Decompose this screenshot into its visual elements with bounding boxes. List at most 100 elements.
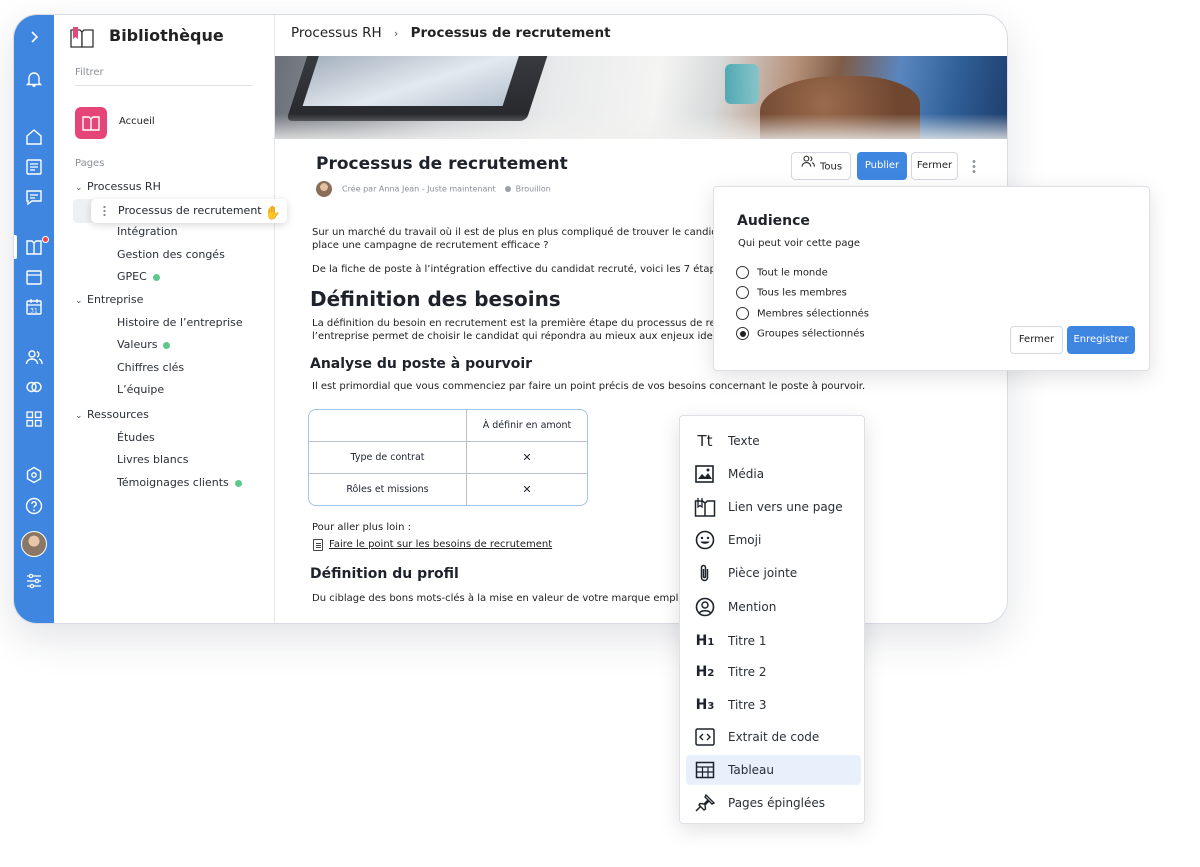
menu-item-piece-jointe[interactable]: Pièce jointe <box>686 558 861 588</box>
table-cell[interactable]: ✕ <box>467 442 587 473</box>
audience-button[interactable]: Tous <box>791 152 851 180</box>
menu-item-mention[interactable]: Mention <box>686 592 861 622</box>
tree-folder-entreprise[interactable]: ⌄ Entreprise <box>75 293 143 306</box>
heading-2-analyse[interactable]: Analyse du poste à pourvoir <box>310 356 532 372</box>
tree-item-valeurs[interactable]: Valeurs <box>117 338 171 351</box>
table-header-cell[interactable] <box>309 410 467 441</box>
status-dot <box>152 273 160 281</box>
menu-item-media[interactable]: Média <box>686 459 861 489</box>
close-button[interactable]: Fermer <box>911 152 958 180</box>
menu-item-titre-2[interactable]: H2 Titre 2 <box>686 657 861 687</box>
notification-dot <box>42 236 49 243</box>
table-row: Type de contrat ✕ <box>309 442 587 474</box>
drag-placeholder <box>73 199 93 223</box>
menu-item-pages-epinglees[interactable]: Pages épinglées <box>686 788 861 818</box>
document-icon <box>313 539 323 551</box>
heading-1[interactable]: Définition des besoins <box>310 287 561 311</box>
emoji-icon <box>694 530 716 550</box>
apps-grid-icon[interactable] <box>24 409 44 429</box>
chevron-down-icon: ⌄ <box>75 296 83 306</box>
publish-button[interactable]: Publier <box>857 152 907 180</box>
status-dot <box>234 479 242 487</box>
page-title[interactable]: Processus de recrutement <box>316 154 568 174</box>
filter-input[interactable]: Filtrer <box>75 67 252 86</box>
expand-chevron-icon[interactable] <box>24 27 44 47</box>
pages-section-label: Pages <box>75 158 105 169</box>
cover-cup-shape <box>725 64 759 104</box>
further-link[interactable]: Faire le point sur les besoins de recrut… <box>329 539 552 550</box>
menu-item-titre-3[interactable]: H3 Titre 3 <box>686 690 861 720</box>
table-header-cell[interactable]: À définir en amont <box>467 410 587 441</box>
menu-item-texte[interactable]: Tt Texte <box>686 426 861 456</box>
audience-option-everyone[interactable]: Tout le monde <box>736 266 828 280</box>
tree-item-gpec[interactable]: GPEC <box>117 270 160 283</box>
cover-image[interactable] <box>275 56 1007 139</box>
sliders-icon[interactable] <box>24 571 44 591</box>
status-dot <box>163 341 171 349</box>
tree-item-histoire[interactable]: Histoire de l’entreprise <box>117 316 243 329</box>
table-header-row: À définir en amont <box>309 410 587 442</box>
breadcrumb-current: Processus de recrutement <box>410 25 611 41</box>
user-avatar[interactable] <box>21 531 47 557</box>
more-options-icon[interactable] <box>972 159 976 173</box>
hexagon-settings-icon[interactable] <box>24 465 44 485</box>
tree-item-chiffres[interactable]: Chiffres clés <box>117 361 184 374</box>
tree-item-etudes[interactable]: Études <box>117 431 155 444</box>
content-table[interactable]: À définir en amont Type de contrat ✕ Rôl… <box>308 409 588 506</box>
tree-item-livres[interactable]: Livres blancs <box>117 453 189 466</box>
tree-item-equipe[interactable]: L’équipe <box>117 383 164 396</box>
heading-2-profil[interactable]: Définition du profil <box>310 566 459 582</box>
radio-button[interactable] <box>736 266 749 279</box>
bell-icon[interactable] <box>24 69 44 89</box>
calendar-icon[interactable]: 31 <box>24 297 44 317</box>
audience-title: Audience <box>737 213 810 229</box>
tree-folder-ressources[interactable]: ⌄ Ressources <box>75 408 149 421</box>
radio-button[interactable] <box>736 307 749 320</box>
home-icon[interactable] <box>24 127 44 147</box>
audience-close-button[interactable]: Fermer <box>1010 326 1063 354</box>
drag-handle-icon[interactable] <box>103 205 106 217</box>
help-icon[interactable] <box>24 496 44 516</box>
menu-item-tableau[interactable]: Tableau <box>686 755 861 785</box>
tree-item-recrutement-dragging[interactable]: Processus de recrutement ✋ <box>91 199 287 223</box>
author-avatar <box>316 181 332 197</box>
tree-item-conges[interactable]: Gestion des congés <box>117 248 225 261</box>
menu-item-emoji[interactable]: Emoji <box>686 525 861 555</box>
menu-item-lien-page[interactable]: Lien vers une page <box>686 492 861 522</box>
folder-icon[interactable] <box>24 267 44 287</box>
insert-block-menu: Tt Texte Média Lien vers une page Emoji … <box>679 415 865 824</box>
tree-item-integration[interactable]: Intégration <box>117 225 178 238</box>
tree-item-temoignages[interactable]: Témoignages clients <box>117 476 242 489</box>
groups-icon[interactable] <box>24 377 44 397</box>
status-dot <box>504 186 511 192</box>
audience-save-button[interactable]: Enregistrer <box>1067 326 1135 354</box>
breadcrumb-separator: › <box>393 27 399 40</box>
breadcrumb: Processus RH › Processus de recrutement <box>291 25 611 41</box>
table-cell[interactable]: Type de contrat <box>309 442 467 473</box>
table-cell[interactable]: ✕ <box>467 474 587 505</box>
people-icon[interactable] <box>24 347 44 367</box>
home-link[interactable]: Accueil <box>119 116 155 127</box>
chat-icon[interactable] <box>24 187 44 207</box>
audience-option-selected-groups[interactable]: Groupes sélectionnés <box>736 327 865 341</box>
pin-icon <box>694 793 716 813</box>
news-icon[interactable] <box>24 157 44 177</box>
paperclip-icon <box>694 563 716 583</box>
radio-button-selected[interactable] <box>736 327 749 340</box>
home-tile[interactable] <box>75 107 107 139</box>
page-meta: Crée par Anna Jean - Juste maintenant Bro… <box>316 181 551 197</box>
menu-item-extrait-code[interactable]: Extrait de code <box>686 722 861 752</box>
audience-option-all-members[interactable]: Tous les membres <box>736 286 847 300</box>
heading1-icon: H1 <box>695 633 715 649</box>
tree-folder-rh[interactable]: ⌄ Processus RH <box>75 180 161 193</box>
image-icon <box>694 464 716 484</box>
radio-button[interactable] <box>736 286 749 299</box>
menu-item-titre-1[interactable]: H1 Titre 1 <box>686 626 861 656</box>
audience-popover: Audience Qui peut voir cette page Tout l… <box>713 186 1150 371</box>
heading2-icon: H2 <box>695 664 715 680</box>
breadcrumb-parent[interactable]: Processus RH <box>291 25 382 41</box>
audience-option-selected-members[interactable]: Membres sélectionnés <box>736 307 869 321</box>
library-icon[interactable] <box>24 237 44 257</box>
author-line: Crée par Anna Jean - Juste maintenant <box>342 184 496 194</box>
table-cell[interactable]: Rôles et missions <box>309 474 467 505</box>
